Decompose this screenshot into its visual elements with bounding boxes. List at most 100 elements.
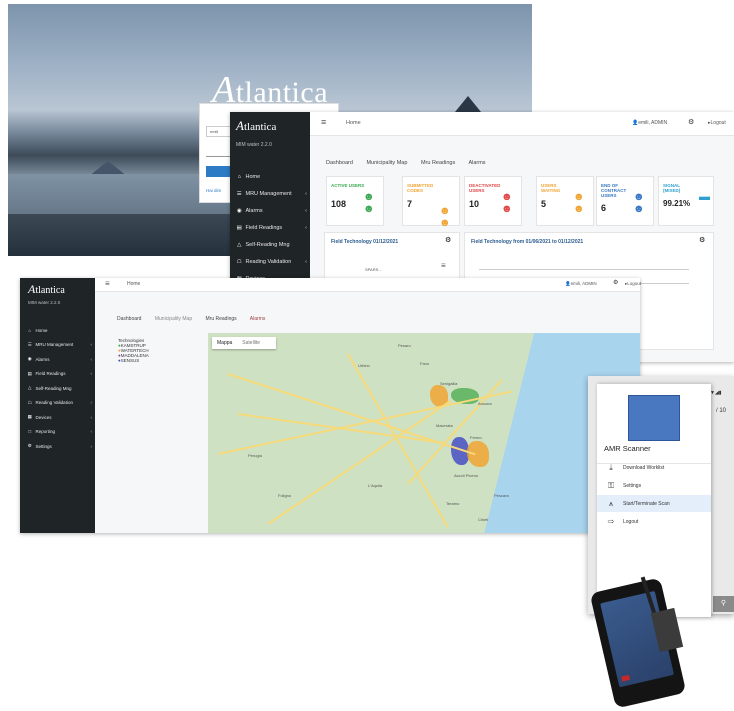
sidebar-item-alarms[interactable]: ◉ Alarms ‹ bbox=[26, 352, 92, 367]
sidebar-item-alarms[interactable]: ◉ Alarms ‹ bbox=[235, 202, 307, 219]
kpi-value: 6 bbox=[601, 203, 607, 213]
kpi-value: 7 bbox=[407, 199, 413, 209]
kpi-value: 10 bbox=[469, 199, 480, 209]
map-tab-mappa[interactable]: Mappa bbox=[212, 337, 237, 349]
user-menu[interactable]: 👤emili, ADMIN bbox=[632, 120, 667, 126]
devices-icon: ▦ bbox=[27, 414, 32, 420]
chart-line bbox=[479, 269, 689, 270]
tab-mru-readings[interactable]: Mru Readings bbox=[421, 160, 455, 166]
kpi-card[interactable]: DEACTIVATED USERS 10 ☻☻ bbox=[464, 176, 522, 226]
kpi-value: 99.21% bbox=[663, 199, 691, 208]
kpi-card[interactable]: USERS WAITING 5 ☻☻ bbox=[536, 176, 594, 226]
gear-icon: ⚙ bbox=[27, 443, 32, 449]
home-icon: ⌂ bbox=[237, 173, 241, 180]
gear-icon[interactable]: ⚙ bbox=[613, 279, 618, 286]
menu-icon[interactable]: ≡ bbox=[441, 261, 446, 270]
sidebar: Atlantica MIM water 2.2.0 ⌂ Home ☰ MRU Mana… bbox=[20, 278, 95, 533]
map-place-label: Ancona bbox=[478, 401, 492, 406]
drawer-header: AMR Scanner bbox=[597, 384, 711, 464]
map-tab-satellite[interactable]: Satellite bbox=[237, 337, 265, 349]
map-place-label: Urbino bbox=[358, 363, 370, 368]
home-icon: ⌂ bbox=[28, 327, 32, 333]
sidebar-item-devices[interactable]: ▦ Devices ‹ bbox=[26, 410, 92, 425]
kpi-card[interactable]: SUBMITTED CODES 7 ☻☻ bbox=[402, 176, 460, 229]
gear-icon[interactable]: ⚙ bbox=[445, 236, 451, 244]
sidebar-item-reading-validation[interactable]: ☖ Reading Validation ‹ bbox=[26, 396, 92, 411]
sidebar-logo: Atlantica bbox=[236, 118, 277, 133]
tab-dashboard[interactable]: Dashboard bbox=[117, 316, 141, 322]
breadcrumb[interactable]: Home bbox=[346, 120, 361, 126]
topbar: ≡ Home 👤emili, ADMIN ⚙ ▸Logout bbox=[310, 112, 734, 136]
kpi-label: END OF CONTRACT USERS bbox=[601, 183, 627, 198]
logout-button[interactable]: ▸Logout bbox=[625, 281, 641, 287]
app-version: MIM water 2.2.0 bbox=[236, 142, 272, 148]
sidebar-item-label: Self-Reading Mng bbox=[35, 385, 72, 391]
gear-icon[interactable]: ⚙ bbox=[699, 236, 705, 244]
hamburger-icon[interactable]: ≡ bbox=[321, 117, 326, 127]
sidebar-item-label: Alarms bbox=[35, 356, 50, 362]
drawer-item-logout[interactable]: ⇨ Logout bbox=[597, 513, 711, 530]
map-place-label: Ascoli Piceno bbox=[454, 473, 479, 478]
readings-icon: ▤ bbox=[27, 370, 32, 376]
legend-label: SENSUS bbox=[120, 358, 140, 363]
sidebar-item-label: Reporting bbox=[35, 429, 56, 435]
users-icon: ☻☻ bbox=[439, 205, 451, 229]
chevron-left-icon: ‹ bbox=[305, 258, 307, 265]
panel-title: Field Technology from 01/06/2021 to 01/1… bbox=[471, 239, 584, 245]
tab-mru-readings[interactable]: Mru Readings bbox=[206, 316, 237, 322]
sidebar-item-home[interactable]: ⌂ Home bbox=[235, 168, 307, 185]
tab-alarms[interactable]: Alarms bbox=[468, 160, 485, 166]
sidebar-item-label: Field Readings bbox=[245, 224, 283, 231]
bank-icon: ☖ bbox=[27, 399, 32, 405]
forgot-password-link[interactable]: Hai dim bbox=[206, 188, 221, 193]
dashboard-window-front: Atlantica MIM water 2.2.0 ⌂ Home ☰ MRU Mana… bbox=[20, 278, 641, 533]
sidebar-item-reporting[interactable]: □ Reporting ‹ bbox=[26, 425, 92, 440]
panel-subtitle: SPARS... bbox=[365, 267, 382, 272]
sidebar-item-mru-management[interactable]: ☰ MRU Management ‹ bbox=[26, 338, 92, 353]
region-watertech-south[interactable] bbox=[467, 441, 489, 467]
breadcrumb[interactable]: Home bbox=[127, 281, 140, 287]
kpi-card[interactable]: END OF CONTRACT USERS 6 ☻☻ bbox=[596, 176, 654, 226]
sidebar-logo: Atlantica bbox=[28, 282, 65, 296]
kpi-card[interactable]: ACTIVE USERS 108 ☻☻ bbox=[326, 176, 384, 226]
users-icon: ☻☻ bbox=[363, 191, 375, 215]
tab-municipality-map[interactable]: Municipality Map bbox=[155, 316, 192, 322]
sidebar-item-self-reading-mng[interactable]: △ Self-Reading Mng bbox=[26, 381, 92, 396]
car-icon: △ bbox=[28, 385, 32, 391]
user-menu[interactable]: 👤emili, ADMIN bbox=[565, 281, 597, 287]
sidebar-item-reading-validation[interactable]: ☖ Reading Validation ‹ bbox=[235, 253, 307, 270]
sidebar-item-field-readings[interactable]: ▤ Field Readings ‹ bbox=[26, 367, 92, 382]
drawer-item-download-worklist[interactable]: ⤓ Download Worklist bbox=[597, 459, 711, 476]
readings-icon: ▤ bbox=[236, 224, 242, 231]
tab-dashboard[interactable]: Dashboard bbox=[326, 160, 353, 166]
hamburger-icon[interactable]: ≡ bbox=[105, 279, 110, 288]
drawer-item-label: Settings bbox=[623, 482, 642, 489]
sidebar-item-settings[interactable]: ⚙ Settings ‹ bbox=[26, 439, 92, 454]
tab-municipality-map[interactable]: Municipality Map bbox=[366, 160, 407, 166]
tab-bar: Dashboard Municipality Map Mru Readings … bbox=[326, 160, 498, 166]
page-indicator: / 10 bbox=[716, 408, 727, 414]
tab-alarms[interactable]: Alarms bbox=[250, 316, 266, 322]
sidebar-item-field-readings[interactable]: ▤ Field Readings ‹ bbox=[235, 219, 307, 236]
antenna-icon: ⩚ bbox=[608, 498, 614, 508]
drawer-title: AMR Scanner bbox=[604, 444, 651, 453]
chevron-left-icon: ‹ bbox=[90, 371, 93, 377]
users-icon: ☻☻ bbox=[633, 191, 645, 215]
drawer-item-label: Logout bbox=[623, 518, 639, 525]
chevron-left-icon: ‹ bbox=[90, 342, 93, 348]
sidebar-item-self-reading-mng[interactable]: △ Self-Reading Mng bbox=[235, 236, 307, 253]
drawer-item-label: Start/Terminate Scan bbox=[623, 500, 670, 507]
sitemap-icon: ☰ bbox=[236, 190, 242, 197]
kpi-label: USERS WAITING bbox=[541, 183, 561, 193]
drawer-item-start-terminate-scan[interactable]: ⩚ Start/Terminate Scan bbox=[597, 495, 711, 512]
drawer-item-settings[interactable]: ⚿ Settings bbox=[597, 477, 711, 494]
battery-icon: ▬ bbox=[699, 191, 710, 203]
search-bar[interactable]: ⚲ bbox=[713, 596, 734, 612]
chevron-left-icon: ‹ bbox=[90, 443, 93, 449]
gear-icon[interactable]: ⚙ bbox=[688, 118, 694, 126]
logout-button[interactable]: ▸Logout bbox=[708, 120, 726, 126]
sidebar-item-mru-management[interactable]: ☰ MRU Management ‹ bbox=[235, 185, 307, 202]
kpi-card[interactable]: SIGNAL (MIXED) 99.21% ▬ bbox=[658, 176, 714, 226]
sidebar-item-home[interactable]: ⌂ Home bbox=[26, 323, 92, 338]
municipality-map[interactable]: Mappa Satellite Pesaro Fano Senigallia Anco… bbox=[208, 333, 640, 533]
